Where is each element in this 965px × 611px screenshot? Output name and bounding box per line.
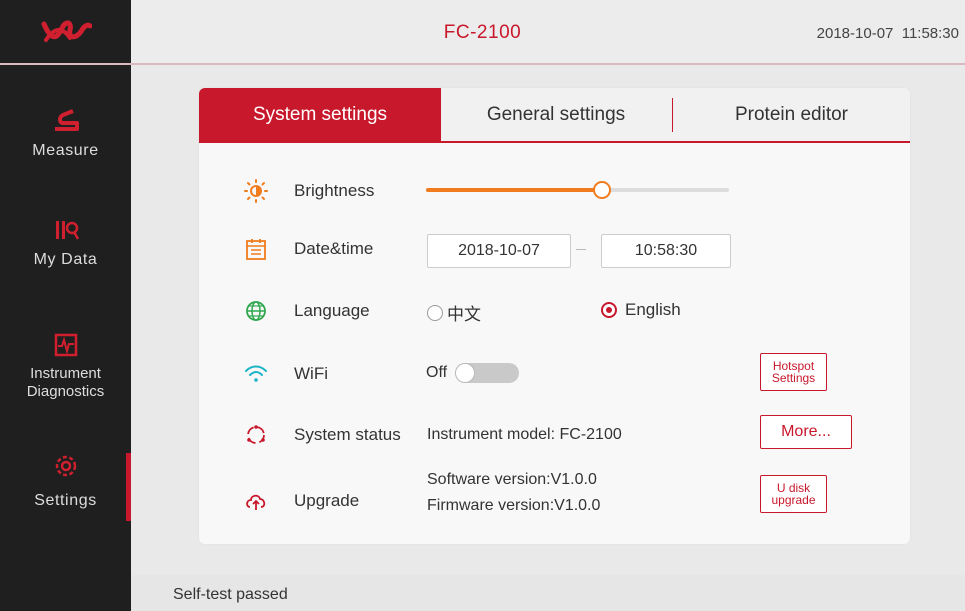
header-datetime: 2018-10-07 11:58:30	[816, 25, 959, 42]
sidebar-item-settings[interactable]: Settings	[0, 451, 131, 511]
sidebar-item-label: Instrument	[30, 365, 101, 382]
sidebar-item-measure[interactable]: Measure	[0, 107, 131, 161]
language-option-label: 中文	[447, 305, 481, 324]
sidebar-item-label: Diagnostics	[26, 383, 105, 400]
system-status-icon	[247, 425, 265, 444]
tab-general-settings[interactable]: General settings	[441, 88, 671, 141]
brightness-slider-fill	[426, 188, 602, 192]
language-option-english[interactable]: English	[601, 300, 681, 320]
brightness-slider[interactable]	[426, 181, 729, 199]
sidebar-item-label: Measure	[32, 142, 99, 159]
system-status-label: System status	[294, 425, 401, 444]
hotspot-settings-button[interactable]: Hotspot Settings	[760, 353, 827, 391]
language-option-label: English	[625, 300, 681, 319]
software-version-text: Software version:V1.0.0	[427, 471, 597, 488]
hotspot-button-label: Settings	[771, 371, 816, 385]
tab-bar: System settings General settings Protein…	[199, 88, 910, 143]
language-label: Language	[294, 301, 370, 320]
sidebar-item-instrument-diagnostics[interactable]: Instrument Diagnostics	[0, 333, 131, 401]
tab-protein-editor[interactable]: Protein editor	[673, 88, 910, 141]
upgrade-label: Upgrade	[294, 491, 360, 510]
top-bar: FC-2100 2018-10-07 11:58:30	[0, 0, 965, 65]
sidebar-item-label: My Data	[33, 251, 98, 268]
calendar-icon	[246, 239, 266, 260]
brightness-icon	[244, 179, 268, 203]
globe-icon	[246, 301, 266, 321]
datetime-label: Date&time	[294, 239, 374, 258]
active-indicator	[126, 453, 131, 521]
time-field[interactable]: 10:58:30	[601, 234, 731, 268]
radio-button[interactable]	[427, 304, 443, 321]
sidebar-item-my-data[interactable]: My Data	[0, 218, 131, 270]
settings-panel: System settings General settings Protein…	[199, 88, 910, 544]
status-bar: Self-test passed	[0, 575, 965, 611]
brightness-slider-thumb[interactable]	[593, 181, 611, 199]
more-button[interactable]: More...	[760, 415, 852, 449]
status-bar-sidebar-cap	[0, 575, 131, 611]
udisk-button-label: upgrade	[771, 493, 816, 507]
language-option-chinese[interactable]: 中文	[427, 300, 481, 325]
date-time-separator	[576, 249, 586, 250]
wifi-toggle-knob	[455, 363, 475, 383]
firmware-version-text: Firmware version:V1.0.0	[427, 497, 601, 514]
date-field[interactable]: 2018-10-07	[427, 234, 571, 268]
measure-icon	[54, 109, 79, 131]
udisk-upgrade-button[interactable]: U disk upgrade	[760, 475, 827, 513]
wifi-state-label: Off	[426, 364, 448, 381]
my-data-icon	[55, 221, 79, 240]
tab-system-settings[interactable]: System settings	[199, 88, 441, 141]
wifi-icon	[245, 365, 267, 382]
instrument-diagnostics-icon	[54, 333, 77, 357]
sidebar-item-label: Settings	[34, 492, 97, 509]
brightness-label: Brightness	[294, 181, 375, 200]
sidebar: Measure My Data Instrument Diagnostics S…	[0, 65, 131, 575]
radio-button-selected[interactable]	[601, 302, 617, 318]
cloud-upload-icon	[246, 494, 266, 510]
gear-icon	[55, 455, 76, 477]
wifi-toggle[interactable]	[455, 363, 519, 383]
wifi-label: WiFi	[294, 364, 328, 383]
status-message: Self-test passed	[173, 586, 288, 603]
language-row: Language	[199, 291, 910, 331]
instrument-model-text: Instrument model: FC-2100	[427, 426, 622, 443]
